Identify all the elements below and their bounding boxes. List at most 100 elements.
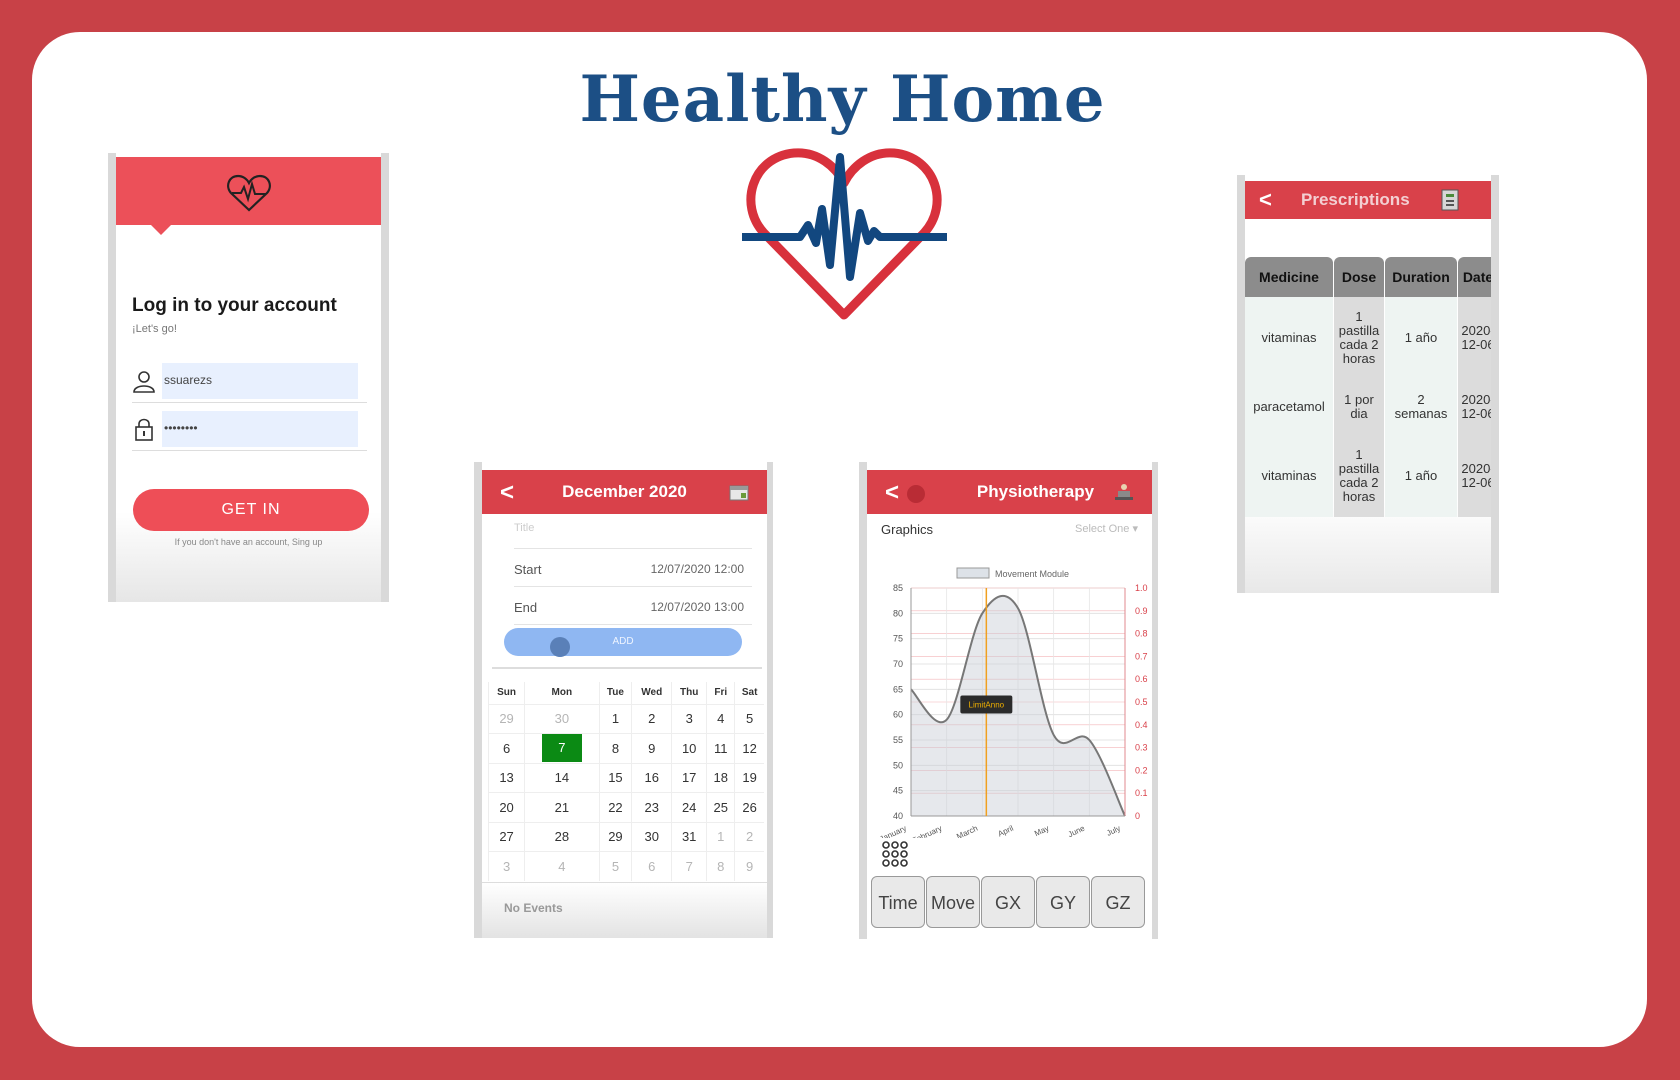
calendar-day[interactable]: 24 bbox=[671, 792, 707, 822]
password-input[interactable]: •••••••• bbox=[162, 411, 358, 447]
calendar-week: 29 30 1 2 3 4 5 bbox=[487, 703, 764, 734]
y-tick-label: 80 bbox=[893, 608, 903, 618]
calendar-day[interactable]: 5 bbox=[598, 851, 632, 881]
calendar-day[interactable]: 9 bbox=[631, 733, 672, 763]
brand-title: Healthy Home bbox=[579, 62, 1106, 137]
prescriptions-screen-content: < Prescriptions Medicine Dose Duration Date… bbox=[1245, 175, 1491, 593]
y-tick-label: 55 bbox=[893, 735, 903, 745]
calendar-day[interactable]: 1 bbox=[598, 703, 632, 734]
y2-tick-label: 0 bbox=[1135, 811, 1140, 821]
end-row[interactable]: End 12/07/2020 13:00 bbox=[514, 600, 754, 615]
y2-tick-label: 0.4 bbox=[1135, 720, 1148, 730]
calendar-day[interactable]: 7 bbox=[671, 851, 707, 881]
start-row[interactable]: Start 12/07/2020 12:00 bbox=[514, 562, 754, 577]
calendar-day[interactable]: 6 bbox=[631, 851, 672, 881]
column-header-date: Date bbox=[1458, 257, 1491, 297]
weekday-tue: Tue bbox=[598, 682, 632, 704]
calendar-day[interactable]: 12 bbox=[734, 733, 764, 763]
y2-tick-label: 0.1 bbox=[1135, 788, 1148, 798]
prescriptions-screen: < Prescriptions Medicine Dose Duration Date… bbox=[1237, 175, 1499, 593]
calendar-day[interactable]: 22 bbox=[598, 792, 632, 822]
weekday-thu: Thu bbox=[671, 682, 707, 704]
weekday-wed: Wed bbox=[631, 682, 672, 704]
calendar-day[interactable]: 31 bbox=[671, 821, 707, 852]
username-input[interactable]: ssuarezs bbox=[162, 363, 358, 399]
y2-tick-label: 0.7 bbox=[1135, 651, 1148, 661]
table-cell: 1 pastilla cada 2 horas bbox=[1334, 435, 1384, 517]
tab-gy[interactable]: GY bbox=[1036, 876, 1090, 928]
calendar-day[interactable]: 18 bbox=[706, 762, 735, 793]
month-grid: Sun Mon Tue Wed Thu Fri Sat 29 30 1 2 3 4 5 6 7 8 9 10 11 1… bbox=[487, 682, 764, 881]
event-title-input[interactable]: Title bbox=[514, 522, 534, 534]
calendar-day[interactable]: 3 bbox=[487, 851, 525, 881]
table-cell: 1 año bbox=[1385, 435, 1457, 517]
series-area bbox=[911, 595, 1125, 816]
slide-frame: Healthy Home Log in to your account ¡Let… bbox=[32, 32, 1647, 1047]
login-subtitle: ¡Let's go! bbox=[132, 323, 177, 335]
calendar-day[interactable]: 28 bbox=[524, 821, 600, 852]
y2-tick-label: 0.9 bbox=[1135, 606, 1148, 616]
calendar-day[interactable]: 30 bbox=[631, 821, 672, 852]
calendar-day[interactable]: 1 bbox=[706, 821, 735, 852]
tab-gx[interactable]: GX bbox=[981, 876, 1035, 928]
calendar-day[interactable]: 8 bbox=[598, 733, 632, 763]
weekday-sun: Sun bbox=[487, 682, 525, 704]
calendar-day[interactable]: 2 bbox=[631, 703, 672, 734]
back-chevron-icon[interactable]: < bbox=[1259, 187, 1272, 213]
events-footer: No Events bbox=[482, 882, 767, 938]
tab-gz[interactable]: GZ bbox=[1091, 876, 1145, 928]
add-event-button[interactable]: ADD bbox=[504, 628, 742, 656]
calendar-day[interactable]: 3 bbox=[671, 703, 707, 734]
calendar-day[interactable]: 8 bbox=[706, 851, 735, 881]
touch-indicator bbox=[550, 637, 570, 657]
calendar-day[interactable]: 20 bbox=[487, 792, 525, 822]
calendar-day[interactable]: 5 bbox=[734, 703, 764, 734]
calendar-day[interactable]: 15 bbox=[598, 762, 632, 793]
table-cell: 1 por dia bbox=[1334, 379, 1384, 435]
calendar-day[interactable]: 26 bbox=[734, 792, 764, 822]
x-tick-label: April bbox=[997, 824, 1016, 838]
calendar-day[interactable]: 4 bbox=[706, 703, 735, 734]
calendar-day[interactable]: 11 bbox=[706, 733, 735, 763]
calendar-day[interactable]: 4 bbox=[524, 851, 600, 881]
exercise-icon[interactable] bbox=[1114, 483, 1134, 501]
calendar-app-bar: < December 2020 bbox=[482, 470, 767, 514]
column-header-medicine: Medicine bbox=[1245, 257, 1333, 297]
signup-link[interactable]: If you don't have an account, Sing up bbox=[116, 537, 381, 547]
calendar-day[interactable]: 21 bbox=[524, 792, 600, 822]
calendar-day[interactable]: 13 bbox=[487, 762, 525, 793]
calendar-icon[interactable] bbox=[729, 483, 749, 501]
table-cell: 2020-12-06 bbox=[1458, 379, 1491, 435]
calendar-day[interactable]: 14 bbox=[524, 762, 600, 793]
calendar-day[interactable]: 19 bbox=[734, 762, 764, 793]
login-header bbox=[116, 157, 381, 235]
get-in-button[interactable]: GET IN bbox=[133, 489, 369, 531]
calendar-day[interactable]: 2 bbox=[734, 821, 764, 852]
calendar-day[interactable]: 16 bbox=[631, 762, 672, 793]
calendar-day[interactable]: 23 bbox=[631, 792, 672, 822]
prescriptions-app-bar: < Prescriptions bbox=[1245, 181, 1491, 219]
tab-move[interactable]: Move bbox=[926, 876, 980, 928]
graph-select-dropdown[interactable]: Select One ▾ bbox=[1075, 522, 1138, 535]
weekday-sat: Sat bbox=[734, 682, 764, 704]
calendar-day[interactable]: 9 bbox=[734, 851, 764, 881]
calendar-week: 3456789 bbox=[487, 851, 764, 881]
calendar-day[interactable]: 29 bbox=[598, 821, 632, 852]
calendar-title: December 2020 bbox=[562, 482, 687, 501]
calendar-day[interactable]: 27 bbox=[487, 821, 525, 852]
tab-time[interactable]: Time bbox=[871, 876, 925, 928]
y2-tick-label: 0.6 bbox=[1135, 674, 1148, 684]
prescription-icon[interactable] bbox=[1441, 189, 1459, 211]
prescriptions-table: Medicine Dose Duration Date vitaminas 1 pastil… bbox=[1245, 257, 1491, 517]
calendar-day[interactable]: 29 bbox=[487, 703, 525, 734]
calendar-day[interactable]: 10 bbox=[671, 733, 707, 763]
user-icon bbox=[133, 371, 155, 393]
calendar-day[interactable]: 7 bbox=[524, 733, 600, 763]
calendar-day[interactable]: 6 bbox=[487, 733, 525, 763]
calendar-day[interactable]: 17 bbox=[671, 762, 707, 793]
grid-menu-icon[interactable] bbox=[881, 840, 909, 868]
y2-tick-label: 0.8 bbox=[1135, 629, 1148, 639]
calendar-day[interactable]: 30 bbox=[524, 703, 600, 734]
calendar-day[interactable]: 25 bbox=[706, 792, 735, 822]
graphics-label: Graphics bbox=[881, 522, 934, 537]
